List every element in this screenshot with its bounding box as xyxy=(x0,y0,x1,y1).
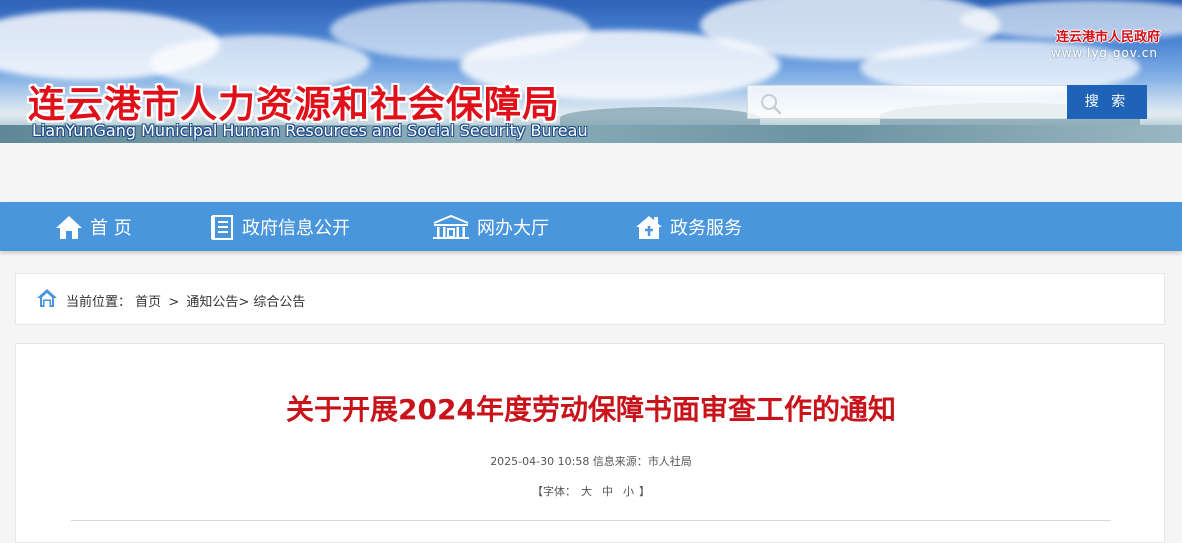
breadcrumb-link-notices[interactable]: 通知公告 xyxy=(186,295,238,310)
nav-label-gov-info: 政府信息公开 xyxy=(242,217,350,239)
breadcrumb-separator: > xyxy=(238,295,250,310)
article-container: 关于开展2024年度劳动保障书面审查工作的通知 2025-04-30 10:58… xyxy=(15,343,1165,543)
breadcrumb-link-general[interactable]: 综合公告 xyxy=(253,295,305,310)
search-input[interactable] xyxy=(788,86,1064,118)
breadcrumb-link-home[interactable]: 首页 xyxy=(135,295,161,310)
nav-label-home: 首 页 xyxy=(90,217,132,239)
search-icon xyxy=(761,94,782,115)
home-icon xyxy=(56,215,82,239)
article-meta: 2025-04-30 10:58 信息来源：市人社局 xyxy=(16,453,1166,469)
nav-label-online-hall: 网办大厅 xyxy=(477,217,549,239)
font-size-suffix: 】 xyxy=(639,485,650,498)
font-size-small-button[interactable]: 小 xyxy=(623,485,634,498)
nav-item-gov-info[interactable]: 政府信息公开 xyxy=(210,202,350,251)
font-size-large-button[interactable]: 大 xyxy=(581,485,592,498)
nav-item-gov-service[interactable]: 政务服务 xyxy=(634,202,742,251)
home-icon xyxy=(37,289,57,307)
font-size-medium-button[interactable]: 中 xyxy=(602,485,613,498)
article-date: 2025-04-30 10:58 xyxy=(490,455,590,468)
nav-item-home[interactable]: 首 页 xyxy=(54,202,132,251)
article-source-label: 信息来源： xyxy=(592,455,648,468)
font-size-control: 【字体： 大中小】 xyxy=(16,483,1166,499)
breadcrumb-text: 当前位置： 首页 > 通知公告> 综合公告 xyxy=(66,291,305,310)
search-box xyxy=(747,85,1069,119)
header-banner: 连云港市人力资源和社会保障局 LianYunGang Municipal Hum… xyxy=(0,0,1182,143)
building-icon xyxy=(433,214,469,239)
breadcrumb-prefix: 当前位置： xyxy=(66,295,132,310)
site-title-english: LianYunGang Municipal Human Resources an… xyxy=(32,121,588,140)
font-size-prefix: 【字体： xyxy=(532,485,576,498)
nav-item-online-hall[interactable]: 网办大厅 xyxy=(431,202,549,251)
search-button[interactable]: 搜 索 xyxy=(1067,85,1147,119)
breadcrumb-separator: > xyxy=(168,295,180,310)
article-title: 关于开展2024年度劳动保障书面审查工作的通知 xyxy=(286,393,896,426)
nav-label-gov-service: 政务服务 xyxy=(670,217,742,239)
document-icon xyxy=(211,214,233,240)
divider xyxy=(71,520,1111,521)
gov-portal-link[interactable]: 连云港市人民政府 xyxy=(1056,26,1160,45)
breadcrumb: 当前位置： 首页 > 通知公告> 综合公告 xyxy=(15,273,1165,325)
main-nav: 首 页 政府信息公开 网办大厅 政务服务 xyxy=(0,202,1182,251)
service-icon xyxy=(636,215,662,239)
site-title: 连云港市人力资源和社会保障局 xyxy=(28,83,560,126)
gov-portal-url[interactable]: www.lyg.gov.cn xyxy=(1051,46,1158,60)
article-source: 市人社局 xyxy=(647,455,692,468)
